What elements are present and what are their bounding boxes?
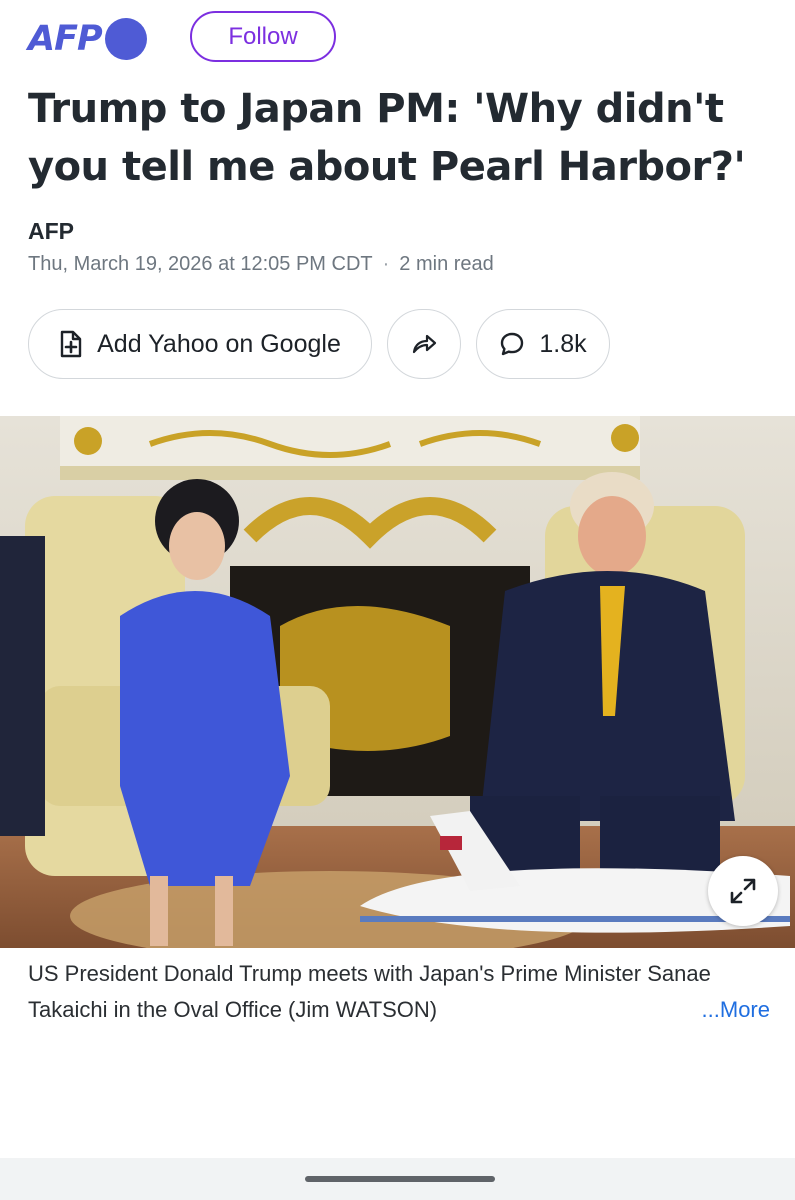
logo-text: AFP [28,19,103,59]
photo-caption: US President Donald Trump meets with Jap… [28,961,711,1022]
share-button[interactable] [387,309,461,379]
article-photo[interactable] [0,416,795,948]
expand-arrows-icon [730,878,756,904]
comments-button[interactable]: 1.8k [476,309,610,379]
expand-image-button[interactable] [708,856,778,926]
comments-count: 1.8k [539,329,587,358]
meta-separator: · [382,253,390,275]
add-google-label: Add Yahoo on Google [97,329,341,358]
article-author[interactable]: AFP [28,218,74,245]
article-headline: Trump to Japan PM: 'Why didn't you tell … [28,86,746,190]
article-meta: Thu, March 19, 2026 at 12:05 PM CDT · 2 … [28,253,494,276]
share-arrow-icon [412,334,437,354]
top-bar: AFP Follow [0,0,795,80]
comment-bubble-icon [501,332,524,356]
follow-button[interactable]: Follow [190,11,336,62]
caption-more-link[interactable]: ...More [702,992,770,1028]
afp-logo[interactable]: AFP [28,18,147,60]
add-yahoo-on-google-button[interactable]: Add Yahoo on Google [28,309,372,379]
read-time: 2 min read [399,253,494,275]
logo-dot-icon [104,18,147,60]
add-document-icon [60,330,82,358]
oval-office-photo [0,416,795,948]
system-navigation-bar [0,1158,795,1200]
home-gesture-handle[interactable] [305,1176,495,1182]
publish-date: Thu, March 19, 2026 at 12:05 PM CDT [28,253,373,275]
